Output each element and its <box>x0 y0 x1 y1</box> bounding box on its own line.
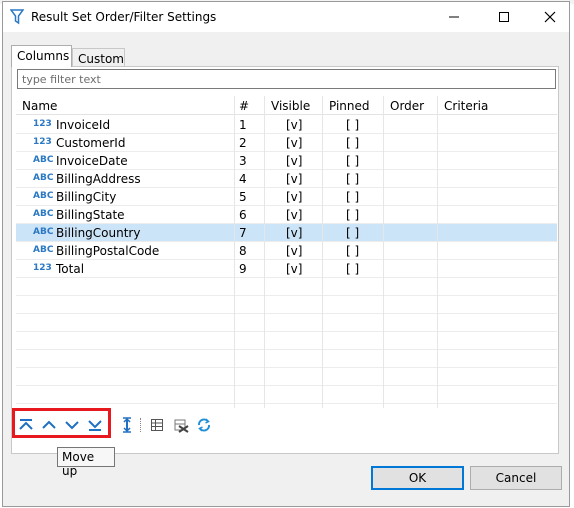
table-row[interactable]: 123 CustomerId 2 [v] [ ] <box>16 134 557 152</box>
column-number: 6 <box>239 208 247 222</box>
column-number: 4 <box>239 172 247 186</box>
table-row <box>16 314 557 332</box>
column-name: Total <box>56 262 85 276</box>
header-order[interactable]: Order <box>390 99 424 113</box>
table-row[interactable]: 123 Total 9 [v] [ ] <box>16 260 557 278</box>
auto-size-button[interactable] <box>117 415 137 435</box>
pinned-checkbox[interactable]: [ ] <box>346 172 359 186</box>
close-button[interactable] <box>527 2 573 32</box>
refresh-button[interactable] <box>194 415 214 435</box>
string-type-icon: ABC <box>33 209 54 219</box>
string-type-icon: ABC <box>33 173 54 183</box>
visible-checkbox[interactable]: [v] <box>286 190 302 204</box>
pinned-checkbox[interactable]: [ ] <box>346 136 359 150</box>
visible-checkbox[interactable]: [v] <box>286 172 302 186</box>
column-number: 8 <box>239 244 247 258</box>
pinned-checkbox[interactable]: [ ] <box>346 262 359 276</box>
auto-size-icon <box>123 417 131 433</box>
move-up-tooltip: Move up <box>57 447 115 478</box>
column-name: InvoiceId <box>56 118 111 132</box>
reset-button[interactable] <box>171 415 191 435</box>
table-row <box>16 350 557 368</box>
table-row[interactable]: ABC InvoiceDate 3 [v] [ ] <box>16 152 557 170</box>
table-row[interactable]: ABC BillingCity 5 [v] [ ] <box>16 188 557 206</box>
maximize-icon <box>499 12 509 22</box>
visible-checkbox[interactable]: [v] <box>286 136 302 150</box>
cancel-button[interactable]: Cancel <box>470 466 562 490</box>
column-number: 5 <box>239 190 247 204</box>
column-number: 7 <box>239 226 247 240</box>
column-divider <box>234 96 235 408</box>
visible-checkbox[interactable]: [v] <box>286 244 302 258</box>
string-type-icon: ABC <box>33 155 54 165</box>
window-title: Result Set Order/Filter Settings <box>31 10 217 24</box>
visible-checkbox[interactable]: [v] <box>286 262 302 276</box>
table-row <box>16 332 557 350</box>
header-pinned[interactable]: Pinned <box>329 99 370 113</box>
toolbar-separator <box>140 418 141 432</box>
table-row[interactable]: ABC BillingCountry 7 [v] [ ] <box>16 224 557 242</box>
reset-icon <box>174 419 189 433</box>
column-divider <box>437 96 438 408</box>
table-button[interactable] <box>147 415 167 435</box>
pinned-checkbox[interactable]: [ ] <box>346 118 359 132</box>
column-name: BillingPostalCode <box>56 244 160 258</box>
numeric-type-icon: 123 <box>33 119 52 129</box>
header-name[interactable]: Name <box>22 99 57 113</box>
string-type-icon: ABC <box>33 245 54 255</box>
visible-checkbox[interactable]: [v] <box>286 226 302 240</box>
column-name: InvoiceDate <box>56 154 128 168</box>
string-type-icon: ABC <box>33 191 54 201</box>
visible-checkbox[interactable]: [v] <box>286 154 302 168</box>
table-row <box>16 386 557 404</box>
maximize-button[interactable] <box>481 2 527 32</box>
column-name: CustomerId <box>56 136 126 150</box>
column-number: 1 <box>239 118 247 132</box>
table-row[interactable]: ABC BillingState 6 [v] [ ] <box>16 206 557 224</box>
column-number: 3 <box>239 154 247 168</box>
pinned-checkbox[interactable]: [ ] <box>346 154 359 168</box>
numeric-type-icon: 123 <box>33 263 52 273</box>
table-row <box>16 296 557 314</box>
filter-input[interactable] <box>17 69 556 89</box>
header-num[interactable]: # <box>239 99 249 113</box>
table-header: Name # Visible Pinned Order Criteria <box>16 96 557 115</box>
ok-button[interactable]: OK <box>371 466 464 490</box>
tab-columns[interactable]: Columns <box>11 45 72 67</box>
pinned-checkbox[interactable]: [ ] <box>346 226 359 240</box>
table-row <box>16 278 557 296</box>
numeric-type-icon: 123 <box>33 137 52 147</box>
refresh-icon <box>198 418 210 432</box>
column-number: 9 <box>239 262 247 276</box>
filter-icon <box>10 9 24 25</box>
column-divider <box>383 96 384 408</box>
column-divider <box>322 96 323 408</box>
string-type-icon: ABC <box>33 227 54 237</box>
table-row <box>16 368 557 386</box>
visible-checkbox[interactable]: [v] <box>286 118 302 132</box>
tab-custom[interactable]: Custom <box>72 48 125 67</box>
table-row[interactable]: 123 InvoiceId 1 [v] [ ] <box>16 116 557 134</box>
header-criteria[interactable]: Criteria <box>444 99 488 113</box>
visible-checkbox[interactable]: [v] <box>286 208 302 222</box>
header-visible[interactable]: Visible <box>271 99 310 113</box>
column-divider <box>264 96 265 408</box>
column-name: BillingState <box>56 208 125 222</box>
column-name: BillingCity <box>56 190 117 204</box>
toolbar-highlight-box <box>12 408 111 438</box>
table-row[interactable]: ABC BillingAddress 4 [v] [ ] <box>16 170 557 188</box>
column-number: 2 <box>239 136 247 150</box>
table-icon <box>151 419 163 431</box>
minimize-button[interactable] <box>431 2 477 32</box>
table-row[interactable]: ABC BillingPostalCode 8 [v] [ ] <box>16 242 557 260</box>
close-icon <box>544 11 556 23</box>
column-name: BillingAddress <box>56 172 141 186</box>
minimize-icon <box>449 16 459 18</box>
pinned-checkbox[interactable]: [ ] <box>346 190 359 204</box>
pinned-checkbox[interactable]: [ ] <box>346 244 359 258</box>
pinned-checkbox[interactable]: [ ] <box>346 208 359 222</box>
columns-table: Name # Visible Pinned Order Criteria 123… <box>16 96 557 408</box>
title-bar: Result Set Order/Filter Settings <box>3 2 569 32</box>
column-name: BillingCountry <box>56 226 141 240</box>
